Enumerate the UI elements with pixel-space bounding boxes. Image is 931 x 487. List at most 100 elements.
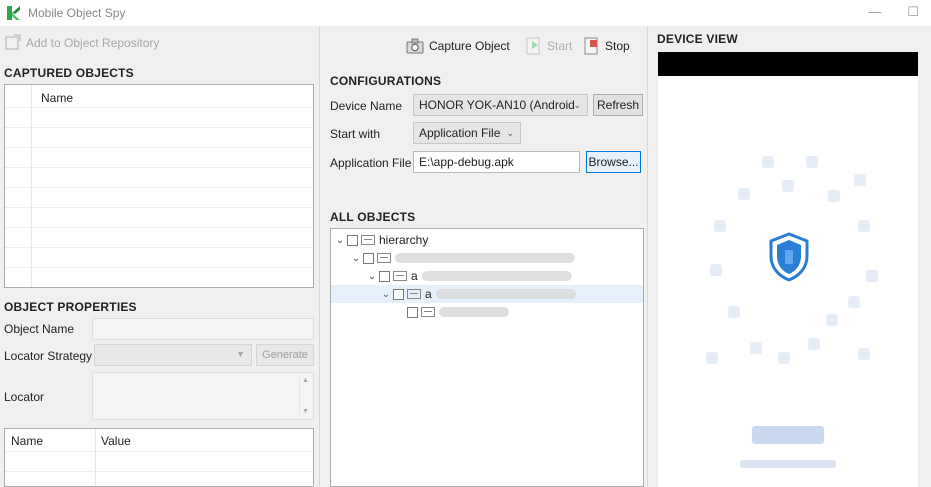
checkbox-icon[interactable] <box>347 234 358 246</box>
table-row <box>5 107 313 108</box>
decorative-icon <box>714 220 726 232</box>
node-icon <box>361 235 375 245</box>
decorative-icon <box>806 156 818 168</box>
node-icon <box>393 271 407 281</box>
decorative-icon <box>778 352 790 364</box>
add-to-repository-button[interactable]: Add to Object Repository <box>4 32 159 54</box>
checkbox-icon[interactable] <box>393 288 404 300</box>
device-view-title: DEVICE VIEW <box>657 32 738 46</box>
start-with-value: Application File <box>419 126 501 140</box>
node-icon <box>377 253 391 263</box>
decorative-icon <box>858 220 870 232</box>
table-row <box>5 267 313 268</box>
node-icon <box>407 289 421 299</box>
right-panel: DEVICE VIEW <box>651 26 931 487</box>
add-to-repository-label: Add to Object Repository <box>26 36 160 50</box>
device-view-screen[interactable] <box>658 52 918 487</box>
decorative-icon <box>738 188 750 200</box>
decorative-icon <box>762 156 774 168</box>
table-row <box>5 187 313 188</box>
table-row <box>5 227 313 228</box>
checkbox-icon[interactable] <box>407 306 418 318</box>
table-column-divider <box>31 85 32 287</box>
props-value-header: Value <box>101 434 131 448</box>
start-label: Start <box>547 39 573 53</box>
minimize-button[interactable]: — <box>862 2 888 22</box>
locator-scrollbar[interactable]: ▲ ▼ <box>299 375 311 417</box>
capture-object-button[interactable]: Capture Object <box>405 34 510 58</box>
shield-icon <box>769 232 809 282</box>
object-properties-title: OBJECT PROPERTIES <box>4 300 137 314</box>
chevron-down-icon[interactable]: ⌄ <box>365 271 379 282</box>
application-file-input[interactable]: E:\app-debug.apk <box>413 151 580 173</box>
checkbox-icon[interactable] <box>363 252 374 264</box>
table-row <box>5 147 313 148</box>
tree-node[interactable]: ⌄ a <box>365 267 572 285</box>
decorative-icon <box>854 174 866 186</box>
locator-textarea[interactable]: ▲ ▼ <box>92 372 314 420</box>
table-row <box>5 247 313 248</box>
locator-strategy-select[interactable]: ▼ <box>94 344 252 366</box>
table-row <box>5 127 313 128</box>
decorative-icon <box>750 342 762 354</box>
captured-name-header: Name <box>41 91 74 105</box>
tree-node[interactable] <box>407 303 509 321</box>
captured-objects-table[interactable]: Name <box>4 84 314 288</box>
start-with-select[interactable]: Application File ⌄ <box>413 122 521 144</box>
object-name-field[interactable] <box>92 318 314 340</box>
captured-objects-title: CAPTURED OBJECTS <box>4 66 134 80</box>
stop-label: Stop <box>605 39 630 53</box>
table-row <box>5 471 313 472</box>
chevron-down-icon[interactable]: ⌄ <box>333 235 347 246</box>
tree-node-label: hierarchy <box>379 233 429 247</box>
add-repository-icon <box>5 34 21 50</box>
start-with-label: Start with <box>330 127 381 141</box>
decorative-icon <box>828 190 840 202</box>
refresh-button[interactable]: Refresh <box>593 94 643 116</box>
decorative-icon <box>782 180 794 192</box>
locator-label: Locator <box>4 390 45 404</box>
chevron-down-icon[interactable]: ⌄ <box>349 253 363 264</box>
decorative-icon <box>710 264 722 276</box>
table-row <box>5 451 313 452</box>
decorative-icon <box>728 306 740 318</box>
start-icon <box>526 37 540 55</box>
generate-button[interactable]: Generate <box>256 344 314 366</box>
blurred-app-name <box>752 426 824 444</box>
all-objects-tree[interactable]: ⌄ hierarchy ⌄ ⌄ a ⌄ a <box>330 228 644 487</box>
checkbox-icon[interactable] <box>379 270 390 282</box>
object-name-label: Object Name <box>4 322 75 336</box>
device-name-value: HONOR YOK-AN10 (Android <box>419 98 575 112</box>
stop-icon <box>584 37 598 55</box>
tree-node-label: a <box>425 287 432 301</box>
chevron-down-icon: ▼ <box>236 349 245 359</box>
decorative-icon <box>826 314 838 326</box>
left-panel: Add to Object Repository CAPTURED OBJECT… <box>0 26 320 487</box>
table-column-divider <box>95 429 96 486</box>
tree-node-selected[interactable]: ⌄ a <box>331 285 643 303</box>
configurations-title: CONFIGURATIONS <box>330 74 442 88</box>
title-bar: Mobile Object Spy — ☐ <box>0 0 931 26</box>
chevron-down-icon[interactable]: ⌄ <box>379 289 393 300</box>
decorative-icon <box>866 270 878 282</box>
blurred-status-text <box>740 460 836 468</box>
tree-node-label: a <box>411 269 418 283</box>
device-name-label: Device Name <box>330 99 403 113</box>
app-logo-icon <box>7 6 20 20</box>
object-properties-table[interactable]: Name Value <box>4 428 314 487</box>
tree-node-hierarchy[interactable]: ⌄ hierarchy <box>333 231 429 249</box>
stop-button[interactable]: Stop <box>581 34 630 58</box>
tree-node[interactable]: ⌄ <box>349 249 575 267</box>
start-button[interactable]: Start <box>523 34 572 58</box>
browse-button[interactable]: Browse... <box>586 151 641 173</box>
maximize-button[interactable]: ☐ <box>900 2 926 22</box>
blurred-node-label <box>439 307 509 317</box>
node-icon <box>421 307 435 317</box>
device-name-select[interactable]: HONOR YOK-AN10 (Android ⌄ <box>413 94 588 116</box>
application-file-label: Application File <box>330 156 412 170</box>
decorative-icon <box>808 338 820 350</box>
middle-panel: Capture Object Start Stop CONFIGURATIONS… <box>323 26 648 487</box>
decorative-icon <box>858 348 870 360</box>
table-row <box>5 207 313 208</box>
chevron-down-icon: ⌄ <box>506 128 514 138</box>
